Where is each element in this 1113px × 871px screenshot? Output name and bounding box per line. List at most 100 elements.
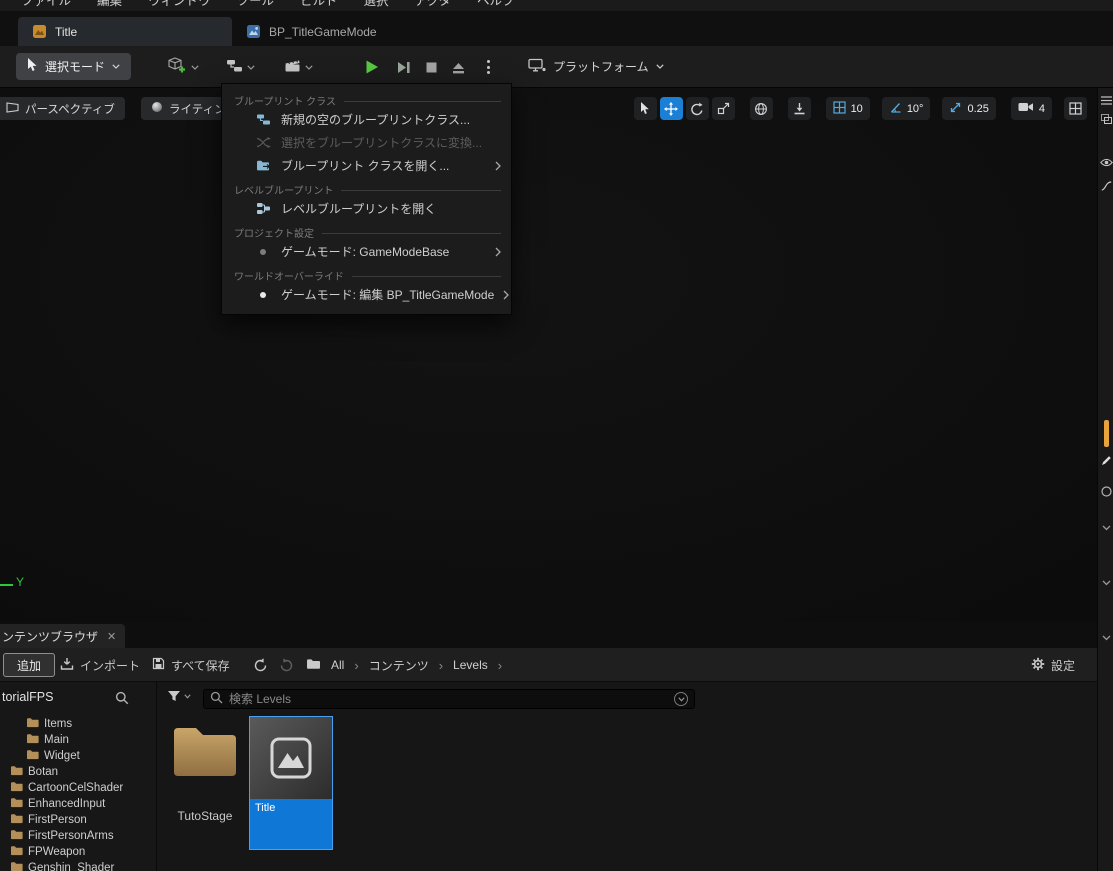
folder-icon <box>10 765 23 779</box>
frame-skip-button[interactable] <box>391 55 415 79</box>
camera-speed-control[interactable]: 4 <box>1010 97 1052 120</box>
breadcrumb-levels[interactable]: Levels <box>453 658 488 672</box>
maximize-viewport-button[interactable] <box>1064 97 1087 120</box>
save-all-button[interactable]: すべて保存 <box>152 653 230 677</box>
back-arrow-icon <box>254 657 267 671</box>
select-mode-button[interactable]: 選択モード <box>16 53 132 80</box>
asset-level-title[interactable]: Title <box>249 716 333 850</box>
menu-window[interactable]: ウィンドウ <box>135 0 224 9</box>
breadcrumb-content[interactable]: コンテンツ <box>369 657 429 674</box>
grid-snap-control[interactable]: 10 <box>825 97 870 120</box>
settings-button[interactable]: 設定 <box>1031 653 1075 677</box>
tab-title-level[interactable]: Title <box>18 17 232 46</box>
circle-icon[interactable] <box>1098 486 1113 497</box>
layers-icon[interactable] <box>1098 114 1113 124</box>
back-button[interactable] <box>252 653 269 677</box>
menu-item-open-level-blueprint[interactable]: レベルブループリントを開く <box>222 197 511 220</box>
play-button[interactable] <box>360 55 384 79</box>
tab-content-browser[interactable]: ンテンツブラウザ ✕ <box>0 624 126 648</box>
eye-icon[interactable] <box>1098 158 1113 167</box>
menu-help[interactable]: ヘルプ <box>464 0 528 9</box>
breadcrumb-root[interactable]: All <box>331 658 344 672</box>
filter-button[interactable] <box>167 690 191 702</box>
tree-item-items[interactable]: Items <box>0 716 156 732</box>
tree-item-fpweapon[interactable]: FPWeapon <box>0 844 156 860</box>
menu-item-gamemode-gamemodebase[interactable]: ゲームモード: GameModeBase <box>222 240 511 263</box>
menu-item-convert-selection-to-blueprint[interactable]: 選択をブループリントクラスに変換... <box>222 131 511 154</box>
asset-grid[interactable]: TutoStage Title <box>157 716 1097 871</box>
eject-button[interactable] <box>446 55 470 79</box>
menu-item-open-blueprint-class[interactable]: ブループリント クラスを開く... <box>222 154 511 177</box>
saved-search-button[interactable] <box>674 692 688 706</box>
search-box[interactable] <box>203 689 695 709</box>
menu-build[interactable]: ビルド <box>287 0 351 9</box>
gear-icon <box>1031 657 1045 674</box>
stop-button[interactable] <box>419 55 443 79</box>
asset-folder-tutostage[interactable]: TutoStage <box>163 722 247 823</box>
rotate-tool-button[interactable] <box>685 97 709 120</box>
close-icon[interactable]: ✕ <box>107 630 116 643</box>
forward-button[interactable] <box>278 653 295 677</box>
pencil-icon[interactable] <box>1098 455 1113 466</box>
folder-icon <box>10 781 23 795</box>
move-tool-button[interactable] <box>659 97 683 120</box>
rotation-snap-control[interactable]: 10° <box>881 97 931 120</box>
add-actor-button[interactable] <box>168 56 199 78</box>
platforms-button[interactable]: プラットフォーム <box>528 53 664 80</box>
tree-item-widget[interactable]: Widget <box>0 748 156 764</box>
scale-snap-icon <box>949 101 962 117</box>
blueprints-button[interactable] <box>226 56 255 78</box>
tree-item-firstperson[interactable]: FirstPerson <box>0 812 156 828</box>
search-input[interactable] <box>229 692 668 706</box>
viewport-perspective-button[interactable]: パースペクティブ <box>0 97 125 120</box>
tree-item-genshin-shader[interactable]: Genshin_Shader <box>0 860 156 871</box>
scale-snap-control[interactable]: 0.25 <box>942 97 996 120</box>
import-button[interactable]: インポート <box>60 653 140 677</box>
menu-file[interactable]: ファイル <box>8 0 84 9</box>
sources-root-label: torialFPS <box>2 690 54 704</box>
level-thumbnail-icon <box>270 737 312 779</box>
folder-icon <box>10 861 23 871</box>
menu-tools[interactable]: ツール <box>224 0 288 9</box>
breadcrumb-separator: › <box>497 657 503 673</box>
asset-name: TutoStage <box>177 809 233 823</box>
menu-section-blueprint-class: ブループリント クラス <box>222 88 511 108</box>
menu-edit[interactable]: 編集 <box>84 0 135 9</box>
play-options-button[interactable] <box>476 55 500 79</box>
tree-item-cartooncelshader[interactable]: CartoonCelShader <box>0 780 156 796</box>
menu-item-gamemode-edit-bp-titlegamemode[interactable]: ゲームモード: 編集 BP_TitleGameMode <box>222 283 511 306</box>
tree-item-enhancedinput[interactable]: EnhancedInput <box>0 796 156 812</box>
scale-tool-button[interactable] <box>711 97 735 120</box>
menu-section-project-settings: プロジェクト設定 <box>222 220 511 240</box>
menu-item-new-empty-blueprint-class[interactable]: 新規の空のブループリントクラス... <box>222 108 511 131</box>
search-icon[interactable] <box>115 691 129 708</box>
chevron-down-icon <box>184 693 191 699</box>
scale-icon <box>717 102 729 115</box>
menu-select[interactable]: 選択 <box>351 0 402 9</box>
level-viewport[interactable]: パースペクティブ ライティング 10 10° 0.25 4 Y <box>0 88 1097 622</box>
chevron-down-icon[interactable] <box>1098 525 1113 531</box>
tree-item-firstpersonarms[interactable]: FirstPersonArms <box>0 828 156 844</box>
curve-icon[interactable] <box>1098 181 1113 191</box>
folder-icon <box>10 845 23 859</box>
funnel-icon <box>168 691 180 701</box>
chevron-down-icon[interactable] <box>1098 580 1113 586</box>
surface-snap-icon <box>794 103 805 115</box>
outliner-icon[interactable] <box>1098 96 1113 105</box>
main-menubar: ファイル 編集 ウィンドウ ツール ビルド 選択 アクタ ヘルプ <box>0 0 1113 11</box>
filter-search-row <box>157 682 1097 716</box>
tree-item-main[interactable]: Main <box>0 732 156 748</box>
folder-icon <box>10 813 23 827</box>
world-local-toggle-button[interactable] <box>749 97 773 120</box>
chevron-down-icon[interactable] <box>1098 635 1113 641</box>
select-tool-button[interactable] <box>633 97 657 120</box>
kebab-icon <box>486 60 490 74</box>
tree-item-botan[interactable]: Botan <box>0 764 156 780</box>
surface-snap-button[interactable] <box>787 97 811 120</box>
add-button[interactable]: 追加 <box>3 653 56 677</box>
cinematics-button[interactable] <box>284 56 313 78</box>
submenu-arrow-icon <box>503 290 510 300</box>
menu-actor[interactable]: アクタ <box>402 0 464 9</box>
tab-bp-titlegamemode[interactable]: BP_TitleGameMode <box>232 17 391 46</box>
blueprint-asset-icon <box>246 24 261 39</box>
